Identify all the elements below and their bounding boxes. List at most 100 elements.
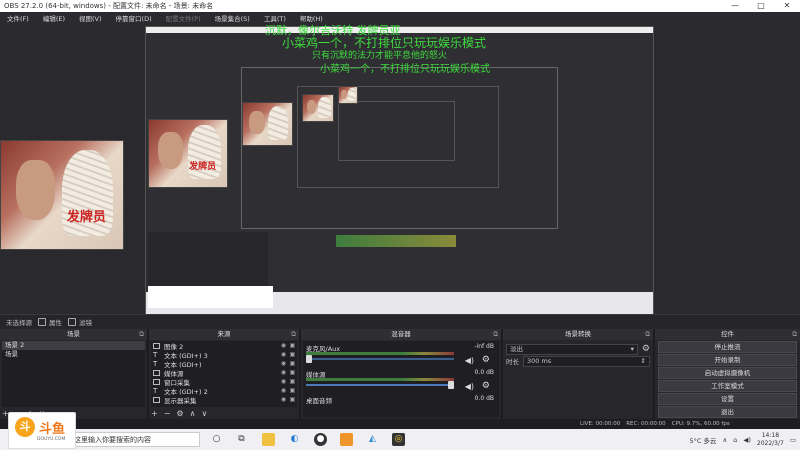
source-item[interactable]: 显示器采集 ◉ ▣ [151, 395, 297, 405]
gear-icon[interactable]: ⚙ [482, 355, 490, 365]
docks-area: 场景⧉ 场景 2 场景 + − ∧ ∨ 来源⧉ 图像 2◉▣ T文本 (GDI+… [0, 329, 800, 419]
exit-button[interactable]: 退出 [658, 406, 797, 418]
media-app-icon[interactable]: ◎ [392, 433, 405, 446]
dock-close-icon[interactable]: ⧉ [139, 329, 144, 340]
menu-bar: 文件(F) 编辑(E) 视图(V) 停靠窗口(D) 配置文件(P) 场景集合(S… [0, 12, 800, 24]
audio-meter [306, 378, 454, 381]
visibility-icon[interactable]: ◉ [279, 342, 288, 349]
obs-statusbar: LIVE: 00:00:00 REC: 00:00:00 CPU: 9.7%, … [500, 419, 800, 429]
nested-scenes-dock [148, 232, 268, 292]
sources-toolbar: + − ⚙ ∧ ∨ [151, 408, 297, 419]
mr-bean-image-3 [242, 102, 293, 146]
app-icon[interactable] [340, 433, 353, 446]
visibility-icon[interactable]: ◉ [279, 378, 288, 385]
preview-canvas[interactable]: 发牌员 发牌员 沉默，像尔吉沃特 发牌员亚 小菜鸡一个，不打排位只玩玩娱乐模式 … [0, 24, 800, 314]
spinner-icon: ⇕ [640, 356, 646, 365]
scenes-dock-header: 场景 ⧉ [0, 329, 147, 340]
scenes-list: 场景 2 场景 [2, 341, 145, 407]
task-view-icon[interactable]: ⧉ [235, 433, 248, 446]
cortana-icon[interactable]: ○ [210, 433, 223, 446]
menu-file[interactable]: 文件(F) [0, 13, 36, 23]
mr-bean-image-2: 发牌员 [148, 119, 228, 188]
lock-icon[interactable]: ▣ [288, 351, 297, 358]
stop-streaming-button[interactable]: 停止推流 [658, 341, 797, 353]
menu-edit[interactable]: 编辑(E) [36, 13, 72, 23]
minimize-button[interactable]: — [722, 0, 748, 12]
mr-bean-image-5 [338, 86, 358, 104]
controls-dock-header: 控件 ⧉ [655, 329, 800, 340]
visibility-icon[interactable]: ◉ [279, 360, 288, 367]
network-icon[interactable]: ⌂ [733, 436, 737, 444]
visibility-icon[interactable]: ◉ [279, 369, 288, 376]
media-icon [153, 369, 160, 376]
mr-bean-image-4 [302, 94, 334, 122]
slider-knob[interactable] [448, 381, 454, 389]
transition-select[interactable]: 淡出 ▾ [506, 343, 638, 355]
dock-close-icon[interactable]: ⧉ [792, 329, 797, 340]
sources-dock: 来源 ⧉ 图像 2 ◉ ▣ T 文本 (GDI+) 3 ◉ ▣ T 文本 (GDI+) ◉ ▣ 媒… [149, 329, 300, 419]
window-title: OBS 27.2.0 (64-bit, windows) - 配置文件: 未命名… [4, 2, 214, 10]
gear-icon[interactable]: ⚙ [176, 409, 183, 418]
start-recording-button[interactable]: 开始录制 [658, 354, 797, 366]
settings-button[interactable]: 设置 [658, 393, 797, 405]
properties-button[interactable]: 属性 [38, 317, 62, 327]
gear-icon[interactable]: ⚙ [482, 381, 490, 391]
menu-view[interactable]: 视图(V) [72, 13, 109, 23]
file-explorer-icon[interactable] [262, 433, 275, 446]
studio-mode-button[interactable]: 工作室模式 [658, 380, 797, 392]
add-source-button[interactable]: + [151, 409, 158, 418]
transitions-dock: 场景转换 ⧉ 淡出 ▾ ⚙ 时长 300 ms ⇕ [503, 329, 654, 419]
lock-icon[interactable]: ▣ [288, 369, 297, 376]
visibility-icon[interactable]: ◉ [279, 387, 288, 394]
lock-icon[interactable]: ▣ [288, 396, 297, 403]
display-icon [153, 396, 160, 403]
notification-icon[interactable]: ▭ [790, 436, 796, 444]
dock-close-icon[interactable]: ⧉ [493, 329, 498, 340]
virtual-camera-button[interactable]: 启动虚拟摄像机 [658, 367, 797, 379]
window-titlebar: OBS 27.2.0 (64-bit, windows) - 配置文件: 未命名… [0, 0, 800, 12]
transitions-dock-header: 场景转换 ⧉ [503, 329, 653, 340]
speaker-icon[interactable]: ◀) [465, 356, 474, 365]
douyu-fish-icon: 斗 [15, 417, 35, 437]
close-button[interactable]: ✕ [774, 0, 800, 12]
menu-tools[interactable]: 工具(T) [257, 13, 293, 23]
menu-profile[interactable]: 配置文件(P) [159, 13, 208, 23]
speaker-icon[interactable]: ◀) [465, 382, 474, 391]
clock[interactable]: 14:18 2022/3/7 [757, 432, 784, 448]
browser-icon[interactable]: ◭ [366, 433, 379, 446]
duration-input[interactable]: 300 ms ⇕ [523, 355, 650, 367]
lock-icon[interactable]: ▣ [288, 378, 297, 385]
lock-icon[interactable]: ▣ [288, 360, 297, 367]
dock-close-icon[interactable]: ⧉ [645, 329, 650, 340]
lock-icon[interactable]: ▣ [288, 387, 297, 394]
edge-icon[interactable]: ◐ [288, 433, 301, 446]
menu-scene-collection[interactable]: 场景集合(S) [208, 13, 257, 23]
menu-help[interactable]: 帮助(H) [293, 13, 330, 23]
maximize-button[interactable]: □ [748, 0, 774, 12]
gear-icon[interactable]: ⚙ [642, 344, 650, 354]
scene-item[interactable]: 场景 [2, 350, 145, 359]
mixer-channel-mic: 麦克风/Aux -inf dB ◀) ⚙ [306, 343, 494, 365]
chevron-up-icon[interactable]: ∧ [722, 436, 727, 444]
volume-slider[interactable] [306, 355, 454, 363]
remove-source-button[interactable]: − [164, 409, 171, 418]
visibility-icon[interactable]: ◉ [279, 351, 288, 358]
weather-text: 5°C 多云 [689, 436, 717, 445]
scene-item[interactable]: 场景 2 [2, 341, 145, 350]
text-icon: T [153, 350, 158, 359]
dock-close-icon[interactable]: ⧉ [291, 329, 296, 340]
move-down-icon[interactable]: ∨ [201, 409, 207, 418]
lock-icon[interactable]: ▣ [288, 342, 297, 349]
nested-capture-frame-4 [338, 101, 455, 161]
sources-dock-header: 来源 ⧉ [149, 329, 299, 340]
obs-icon[interactable]: ● [314, 433, 327, 446]
transition-select-row: 淡出 ▾ ⚙ [503, 343, 653, 355]
filters-button[interactable]: 滤镜 [68, 317, 92, 327]
move-up-icon[interactable]: ∧ [190, 409, 196, 418]
slider-knob[interactable] [306, 355, 312, 363]
volume-icon[interactable]: ◀) [743, 436, 751, 444]
volume-slider[interactable] [306, 381, 454, 389]
image-icon [153, 342, 160, 349]
visibility-icon[interactable]: ◉ [279, 396, 288, 403]
menu-docks[interactable]: 停靠窗口(D) [109, 13, 159, 23]
